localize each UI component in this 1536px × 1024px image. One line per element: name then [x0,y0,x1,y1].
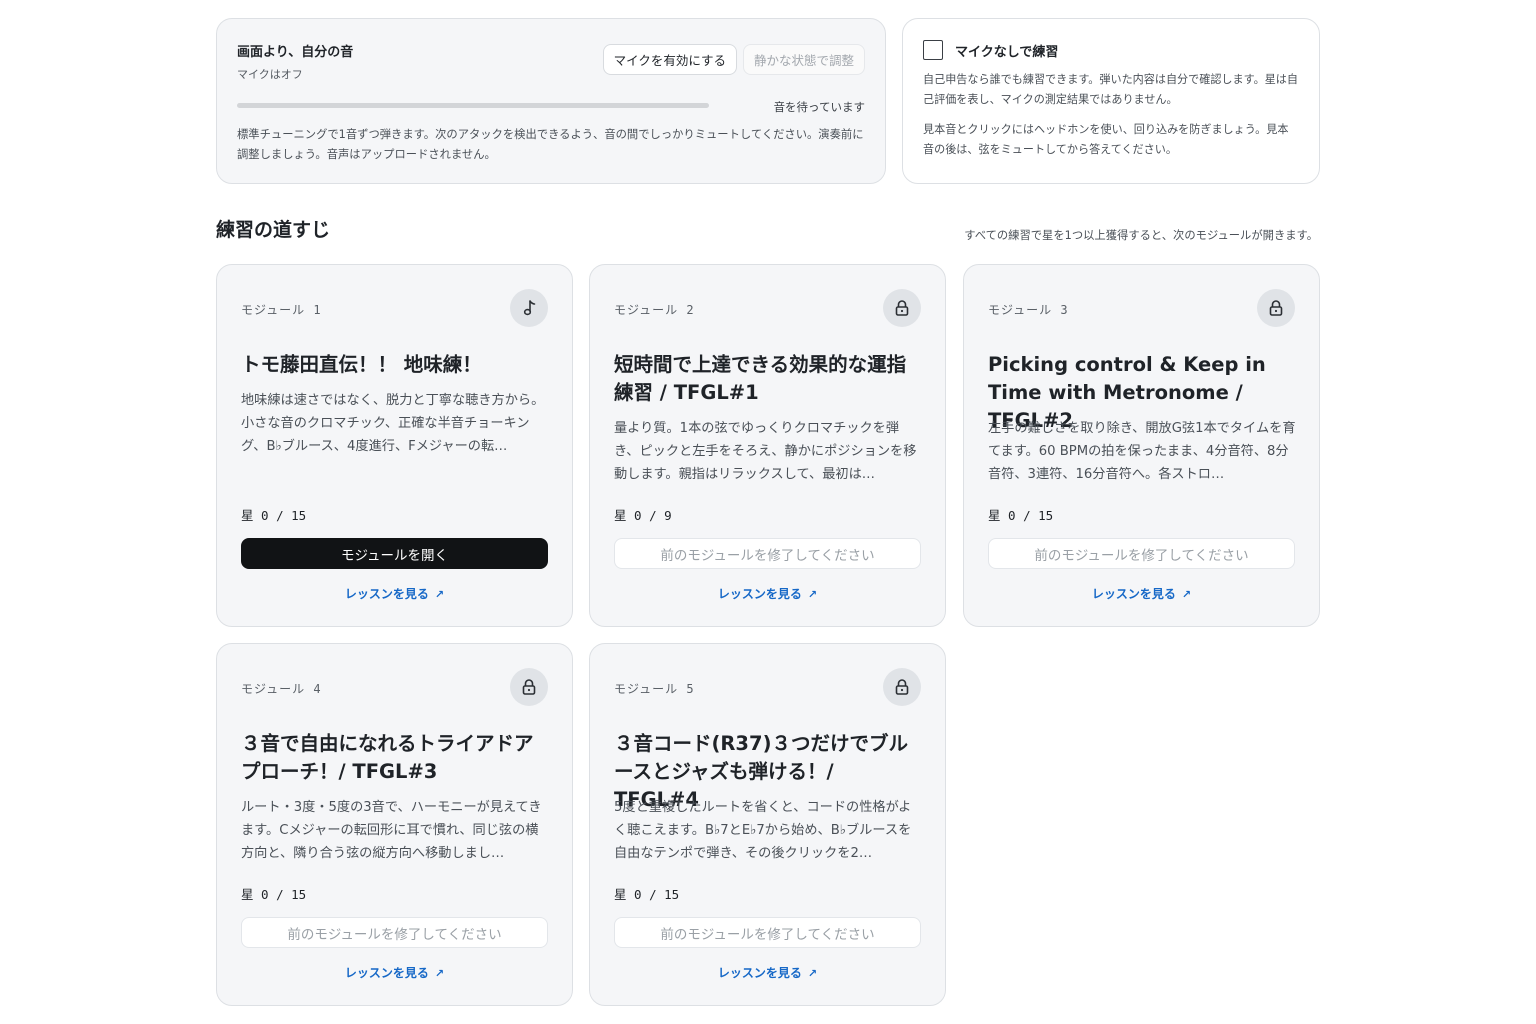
module-description: 量より質。1本の弦でゆっくりクロマチックを弾き、ピックと左手をそろえ、静かにポジ… [614,421,917,482]
module-card-3: モジュール 3 Picking control & Keep in Time w… [963,264,1320,627]
module-label: モジュール 4 [241,682,322,696]
level-meter-track [237,103,709,108]
external-arrow-icon: ↗ [1181,588,1192,601]
enable-mic-button[interactable]: マイクを有効にする [602,44,737,75]
module-card-5: モジュール 5 ３音コード(R37)３つだけでブルースとジャズも弾ける！/ TF… [589,643,946,1006]
no-mic-text-1: 自己申告なら誰でも練習できます。弾いた内容は自分で確認します。星は自己評価を表し… [923,73,1298,106]
module-card-4: モジュール 4 ３音で自由になれるトライアドアプローチ！/ TFGL#3 ルート… [216,643,573,1006]
level-meter: 音を待っています [237,99,865,123]
no-mic-text-2: 見本音とクリックにはヘッドホンを使い、回り込みを防ぎましょう。見本音の後は、弦を… [923,123,1289,156]
view-lesson-link[interactable]: レッスンを見る ↗ [590,964,945,981]
module-stars: 星 0 / 15 [241,887,307,902]
app-root: 画面より、自分の音 マイクはオフ マイクを有効にする 静かな状態で調整 音を待っ… [0,0,1536,1024]
module-title: ３音で自由になれるトライアドアプローチ！/ TFGL#3 [241,732,534,783]
no-mic-checkbox[interactable] [923,40,943,60]
module-stars: 星 0 / 15 [614,887,680,902]
locked-module-button: 前のモジュールを修了してください [614,538,921,569]
module-description: 左手の難しさを取り除き、開放G弦1本でタイムを育てます。60 BPMの拍を保った… [988,421,1296,482]
no-mic-panel: マイクなしで練習 自己申告なら誰でも練習できます。弾いた内容は自分で確認します。… [902,18,1320,184]
view-lesson-label: レッスンを見る [344,966,429,980]
no-mic-header: マイクなしで練習 [923,39,1299,61]
module-stars: 星 0 / 15 [241,508,307,523]
lock-icon [510,668,548,706]
no-mic-title: マイクなしで練習 [955,44,1059,60]
external-arrow-icon: ↗ [807,588,818,601]
lock-icon [1257,289,1295,327]
module-stars: 星 0 / 9 [614,508,672,523]
module-label: モジュール 5 [614,682,695,696]
module-title: トモ藤田直伝！！ 地味練！ [241,353,482,376]
view-lesson-link[interactable]: レッスンを見る ↗ [217,585,572,602]
module-label: モジュール 1 [241,303,322,317]
level-meter-label: 音を待っています [773,100,865,114]
module-card-1: モジュール 1 トモ藤田直伝！！ 地味練！ 地味練は速さではなく、脱力と丁寧な聴… [216,264,573,627]
module-description: ルート・3度・5度の3音で、ハーモニーが見えてきます。Cメジャーの転回形に耳で慣… [241,800,542,861]
mic-panel: 画面より、自分の音 マイクはオフ マイクを有効にする 静かな状態で調整 音を待っ… [216,18,886,184]
lock-icon [883,668,921,706]
module-description: 地味練は速さではなく、脱力と丁寧な聴き方から。小さな音のクロマチック、正確な半音… [241,393,545,454]
locked-module-button: 前のモジュールを修了してください [988,538,1295,569]
view-lesson-link[interactable]: レッスンを見る ↗ [964,585,1319,602]
view-lesson-link[interactable]: レッスンを見る ↗ [590,585,945,602]
locked-module-button: 前のモジュールを修了してください [614,917,921,948]
mic-actions: マイクを有効にする 静かな状態で調整 [602,44,865,75]
external-arrow-icon: ↗ [807,967,818,980]
locked-module-button: 前のモジュールを修了してください [241,917,548,948]
lock-icon [883,289,921,327]
module-label: モジュール 3 [988,303,1069,317]
view-lesson-link[interactable]: レッスンを見る ↗ [217,964,572,981]
module-label: モジュール 2 [614,303,695,317]
music-note-icon [510,289,548,327]
external-arrow-icon: ↗ [434,967,445,980]
view-lesson-label: レッスンを見る [717,587,802,601]
module-stars: 星 0 / 15 [988,508,1054,523]
view-lesson-label: レッスンを見る [344,587,429,601]
view-lesson-label: レッスンを見る [1091,587,1176,601]
section-note: すべての練習で星を1つ以上獲得すると、次のモジュールが開きます。 [964,229,1318,242]
section-title: 練習の道すじ [216,219,331,241]
mic-description: 標準チューニングで1音ずつ弾きます。次のアタックを検出できるよう、音の間でしっか… [237,128,864,161]
open-module-button[interactable]: モジュールを開く [241,538,548,569]
external-arrow-icon: ↗ [434,588,445,601]
calibrate-button[interactable]: 静かな状態で調整 [742,44,865,75]
module-card-2: モジュール 2 短時間で上達できる効果的な運指練習 / TFGL#1 量より質。… [589,264,946,627]
view-lesson-label: レッスンを見る [717,966,802,980]
module-title: 短時間で上達できる効果的な運指練習 / TFGL#1 [614,353,907,404]
module-description: 5度と重複したルートを省くと、コードの性格がよく聴こえます。B♭7とE♭7から始… [614,800,912,861]
